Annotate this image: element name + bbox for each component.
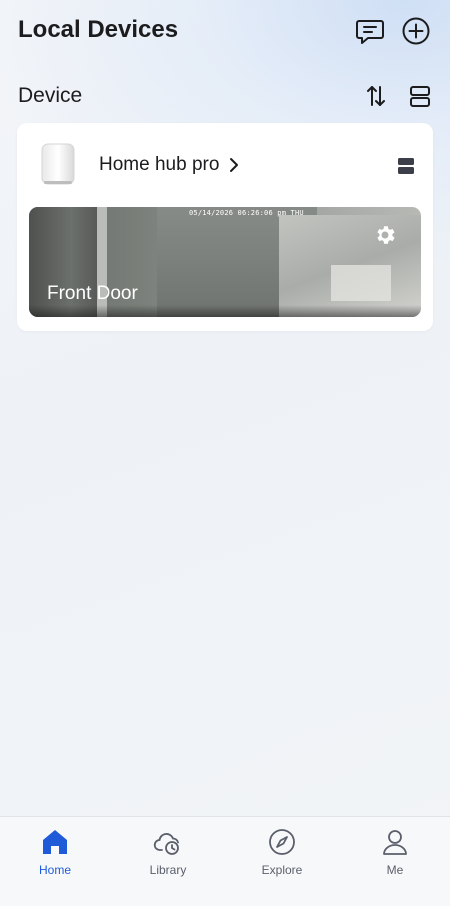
tab-home[interactable]: Home bbox=[10, 827, 100, 883]
sort-button[interactable] bbox=[360, 80, 392, 112]
gear-icon[interactable] bbox=[373, 223, 397, 247]
tab-label: Explore bbox=[261, 863, 303, 877]
bottom-tab-bar: Home Library Explore Me bbox=[0, 816, 450, 906]
camera-frame bbox=[29, 305, 421, 317]
message-button[interactable] bbox=[354, 15, 386, 47]
home-icon bbox=[43, 830, 67, 854]
hub-card: Home hub pro 05/14/2026 06:26:06 pm THU … bbox=[17, 123, 433, 331]
camera-name: Front Door bbox=[47, 283, 138, 304]
compass-icon bbox=[269, 829, 295, 855]
chevron-right-icon bbox=[230, 158, 239, 172]
device-section-header: Device bbox=[0, 80, 450, 114]
section-title: Device bbox=[18, 84, 83, 107]
sort-icon bbox=[367, 86, 385, 106]
camera-frame bbox=[331, 265, 391, 301]
hub-name-link[interactable]: Home hub pro bbox=[99, 154, 239, 176]
card-menu-icon[interactable] bbox=[397, 157, 415, 175]
tab-library[interactable]: Library bbox=[123, 827, 213, 883]
hub-device-image[interactable] bbox=[39, 141, 77, 187]
header: Local Devices bbox=[0, 0, 450, 64]
cloud-clock-icon bbox=[153, 833, 179, 855]
layout-toggle-button[interactable] bbox=[404, 80, 436, 112]
camera-preview-front-door[interactable]: 05/14/2026 06:26:06 pm THU Front Door bbox=[29, 207, 421, 317]
message-icon bbox=[356, 20, 384, 44]
hub-name: Home hub pro bbox=[99, 154, 220, 175]
page-title: Local Devices bbox=[18, 16, 179, 43]
tab-label: Home bbox=[38, 863, 71, 877]
camera-timestamp: 05/14/2026 06:26:06 pm THU bbox=[189, 209, 304, 217]
plus-circle-icon bbox=[402, 17, 430, 45]
add-device-button[interactable] bbox=[400, 15, 432, 47]
person-icon bbox=[383, 830, 407, 855]
tab-label: Me bbox=[386, 863, 404, 877]
tab-me[interactable]: Me bbox=[350, 827, 440, 883]
tab-explore[interactable]: Explore bbox=[237, 827, 327, 883]
tab-label: Library bbox=[149, 863, 187, 877]
layout-toggle-icon bbox=[410, 86, 430, 107]
